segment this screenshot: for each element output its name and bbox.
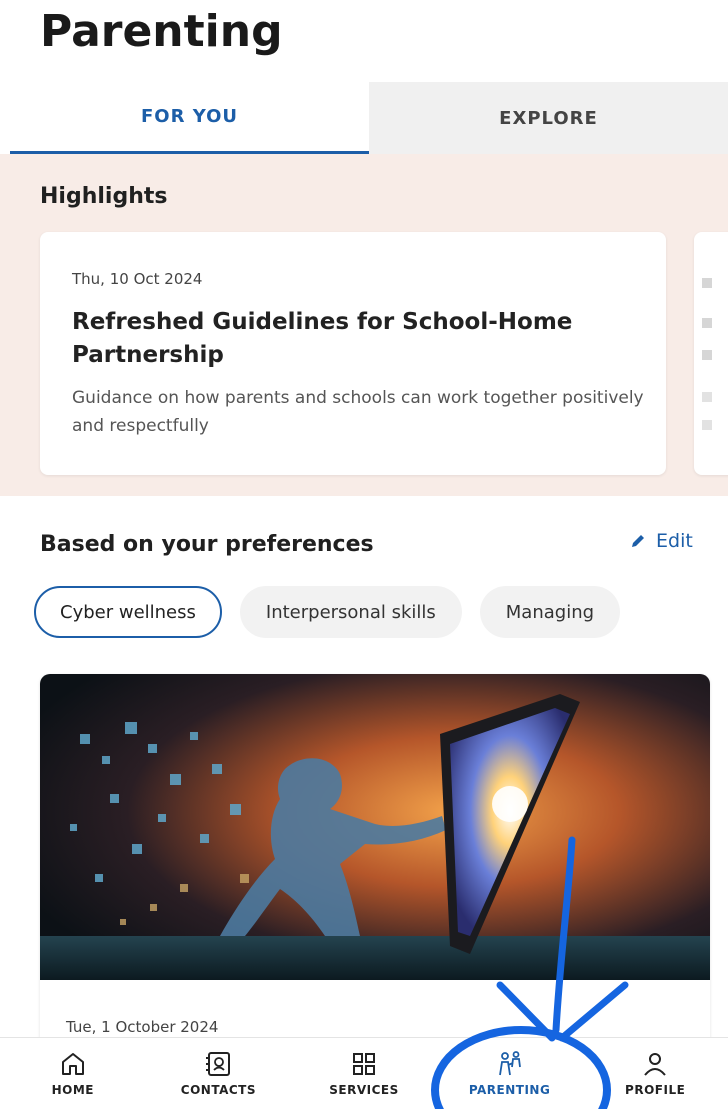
peek-text-line [702, 350, 712, 360]
nav-home-label: HOME [51, 1083, 94, 1097]
preferences-title: Based on your preferences [40, 532, 374, 557]
nav-profile-label: PROFILE [625, 1083, 686, 1097]
edit-label: Edit [656, 530, 693, 552]
nav-contacts-label: CONTACTS [180, 1083, 256, 1097]
tab-bar: FOR YOU EXPLORE [0, 82, 728, 154]
highlight-card-date: Thu, 10 Oct 2024 [72, 270, 203, 288]
highlight-card-next-peek[interactable] [694, 232, 728, 475]
chip-managing[interactable]: Managing [479, 586, 621, 638]
nav-home[interactable]: HOME [0, 1038, 146, 1110]
tab-for-you[interactable]: FOR YOU [10, 82, 369, 154]
nav-parenting-label: PARENTING [468, 1083, 551, 1097]
highlight-card-description: Guidance on how parents and schools can … [72, 388, 644, 436]
chip-interpersonal-skills[interactable]: Interpersonal skills [239, 586, 462, 638]
digital-figure-touching-tablet-image [40, 674, 710, 980]
chip-cyber-wellness[interactable]: Cyber wellness [34, 586, 222, 638]
nav-contacts[interactable]: CONTACTS [146, 1038, 292, 1110]
peek-text-line [702, 420, 712, 430]
contacts-icon [206, 1052, 231, 1076]
parenting-icon [498, 1051, 521, 1076]
nav-profile[interactable]: PROFILE [582, 1038, 728, 1110]
home-icon [61, 1053, 84, 1075]
peek-text-line [702, 392, 712, 402]
highlights-section: Highlights Thu, 10 Oct 2024 Refreshed Gu… [0, 154, 728, 496]
highlight-card[interactable]: Thu, 10 Oct 2024 Refreshed Guidelines fo… [40, 232, 666, 475]
highlight-card-title: Refreshed Guidelines for School-Home Par… [72, 309, 573, 368]
page-title: Parenting [40, 6, 283, 57]
pencil-icon [632, 535, 644, 547]
tab-explore[interactable]: EXPLORE [369, 82, 728, 154]
article-date: Tue, 1 October 2024 [66, 1018, 219, 1036]
article-card[interactable]: Tue, 1 October 2024 [40, 674, 710, 1094]
services-grid-icon [352, 1053, 375, 1075]
nav-parenting[interactable]: PARENTING [437, 1038, 583, 1110]
highlights-title: Highlights [40, 184, 168, 209]
edit-preferences-button[interactable]: Edit [630, 530, 693, 552]
profile-icon [644, 1053, 666, 1076]
nav-services-label: SERVICES [329, 1083, 399, 1097]
nav-services[interactable]: SERVICES [291, 1038, 437, 1110]
bottom-nav: HOME CONTACTS SERVICES PARENTING PROFILE [0, 1037, 728, 1110]
peek-text-line [702, 278, 712, 288]
peek-text-line [702, 318, 712, 328]
preference-chips: Cyber wellness Interpersonal skills Mana… [34, 586, 621, 638]
